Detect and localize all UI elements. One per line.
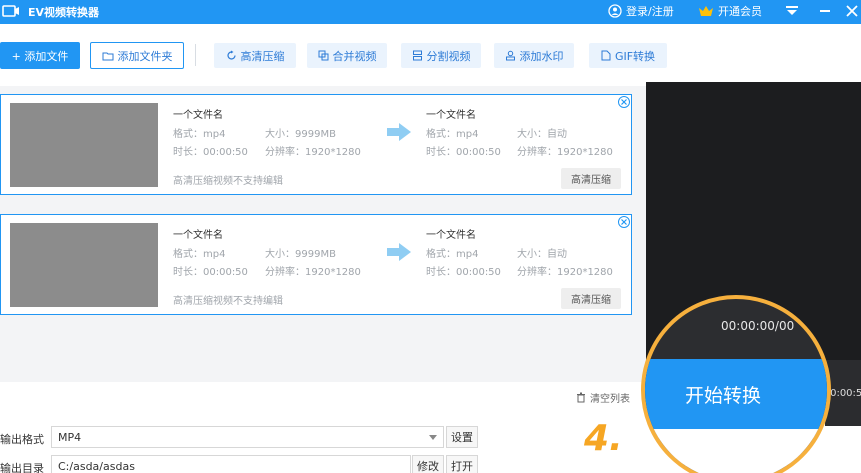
add-watermark-label: 添加水印	[519, 49, 564, 63]
arrow-right-icon	[387, 243, 411, 261]
output-format: 格式：mp4	[426, 129, 479, 140]
login-link[interactable]: 登录/注册	[608, 3, 674, 19]
output-format-select[interactable]: MP4	[51, 426, 444, 448]
playback-time: 00:00:00/00	[721, 319, 795, 333]
gif-convert-label: GIF转换	[614, 49, 656, 63]
output-size: 大小：自动	[517, 129, 567, 140]
video-thumbnail[interactable]	[10, 103, 158, 187]
source-format: 格式：mp4	[173, 249, 226, 260]
output-format-value: MP4	[58, 430, 82, 444]
split-video-button[interactable]: 分割视频	[401, 43, 481, 68]
video-thumbnail[interactable]	[10, 223, 158, 307]
output-format-label: 输出格式	[0, 433, 44, 446]
output-dir-label: 输出目录	[0, 462, 44, 473]
vip-link[interactable]: 开通会员	[698, 3, 762, 19]
open-dir-button[interactable]: 打开	[446, 455, 478, 473]
add-folder-label: 添加文件夹	[117, 49, 173, 63]
chevron-down-icon	[429, 435, 437, 440]
title-bar: EV视频转换器 登录/注册 开通会员	[0, 0, 861, 24]
login-label: 登录/注册	[626, 5, 674, 18]
dropdown-icon	[786, 6, 798, 15]
modify-dir-button[interactable]: 修改	[412, 455, 444, 473]
source-resolution: 分辨率：1920*1280	[265, 267, 361, 278]
hd-compress-action-button[interactable]: 高清压缩	[561, 288, 621, 309]
close-icon	[621, 99, 627, 105]
output-duration: 时长：00:00:50	[426, 147, 501, 158]
step-number-annotation: 4.	[584, 418, 623, 459]
close-icon	[621, 219, 627, 225]
arrow-right-icon	[387, 123, 411, 141]
hd-compress-action-button[interactable]: 高清压缩	[561, 168, 621, 189]
output-size: 大小：自动	[517, 249, 567, 260]
source-duration: 时长：00:00:50	[173, 267, 248, 278]
close-icon	[846, 5, 858, 17]
output-dir-field[interactable]: C:/asda/asdas	[51, 455, 411, 473]
refresh-icon	[226, 50, 236, 60]
file-card[interactable]: 一个文件名 格式：mp4 大小：9999MB 时长：00:00:50 分辨率：1…	[0, 94, 632, 195]
edit-note: 高清压缩视频不支持编辑	[173, 296, 283, 307]
add-file-button[interactable]: + 添加文件	[0, 42, 80, 69]
output-file-name: 一个文件名	[426, 110, 476, 121]
magnifier-callout: 00:00:00/00 开始转换	[641, 295, 831, 473]
menu-dropdown-button[interactable]	[781, 1, 803, 21]
source-format: 格式：mp4	[173, 129, 226, 140]
close-button[interactable]	[841, 1, 861, 21]
start-convert-button[interactable]: 开始转换	[645, 359, 827, 429]
hd-compress-label: 高清压缩	[240, 49, 285, 63]
toolbar-divider	[195, 44, 196, 66]
source-size: 大小：9999MB	[265, 129, 336, 140]
source-resolution: 分辨率：1920*1280	[265, 147, 361, 158]
crown-icon	[699, 6, 713, 16]
output-format: 格式：mp4	[426, 249, 479, 260]
stamp-icon	[505, 50, 515, 61]
clear-list-button[interactable]: 清空列表	[576, 390, 630, 405]
minimize-button[interactable]	[814, 1, 836, 21]
merge-video-button[interactable]: 合并视频	[307, 43, 387, 68]
merge-video-label: 合并视频	[332, 49, 377, 63]
file-list: 一个文件名 格式：mp4 大小：9999MB 时长：00:00:50 分辨率：1…	[0, 86, 636, 380]
start-convert-label: 开始转换	[685, 384, 762, 407]
output-duration: 时长：00:00:50	[426, 267, 501, 278]
file-card[interactable]: 一个文件名 格式：mp4 大小：9999MB 时长：00:00:50 分辨率：1…	[0, 214, 632, 315]
output-file-name: 一个文件名	[426, 230, 476, 241]
output-resolution: 分辨率：1920*1280	[517, 147, 613, 158]
source-file-name: 一个文件名	[173, 230, 223, 241]
edit-note: 高清压缩视频不支持编辑	[173, 176, 283, 187]
merge-icon	[318, 50, 328, 61]
document-icon	[601, 50, 611, 61]
minimize-icon	[820, 10, 830, 12]
hd-compress-button[interactable]: 高清压缩	[214, 43, 296, 68]
split-video-label: 分割视频	[426, 49, 471, 63]
folder-icon	[102, 52, 113, 60]
remove-file-button[interactable]	[618, 96, 630, 108]
add-watermark-button[interactable]: 添加水印	[494, 43, 574, 68]
source-size: 大小：9999MB	[265, 249, 336, 260]
add-file-label: + 添加文件	[11, 49, 69, 63]
clear-list-label: 清空列表	[590, 394, 630, 405]
source-file-name: 一个文件名	[173, 110, 223, 121]
user-icon	[608, 4, 622, 18]
remove-file-button[interactable]	[618, 216, 630, 228]
add-folder-button[interactable]: 添加文件夹	[90, 42, 184, 69]
toolbar: + 添加文件 添加文件夹 高清压缩 合并视频 分割视频 添加水印 GIF转换	[0, 24, 861, 86]
split-icon	[412, 50, 422, 61]
app-window: EV视频转换器 登录/注册 开通会员 + 添加文件 添加文件夹 高清压缩 合并视…	[0, 0, 861, 473]
trash-icon	[577, 392, 585, 403]
app-title: EV视频转换器	[28, 6, 100, 19]
vip-label: 开通会员	[718, 5, 762, 18]
source-duration: 时长：00:00:50	[173, 147, 248, 158]
gif-convert-button[interactable]: GIF转换	[589, 43, 667, 68]
output-resolution: 分辨率：1920*1280	[517, 267, 613, 278]
output-dir-value: C:/asda/asdas	[58, 459, 135, 473]
magnifier-lower-area	[645, 429, 827, 473]
settings-button[interactable]: 设置	[446, 426, 478, 448]
app-logo-icon	[2, 5, 19, 17]
